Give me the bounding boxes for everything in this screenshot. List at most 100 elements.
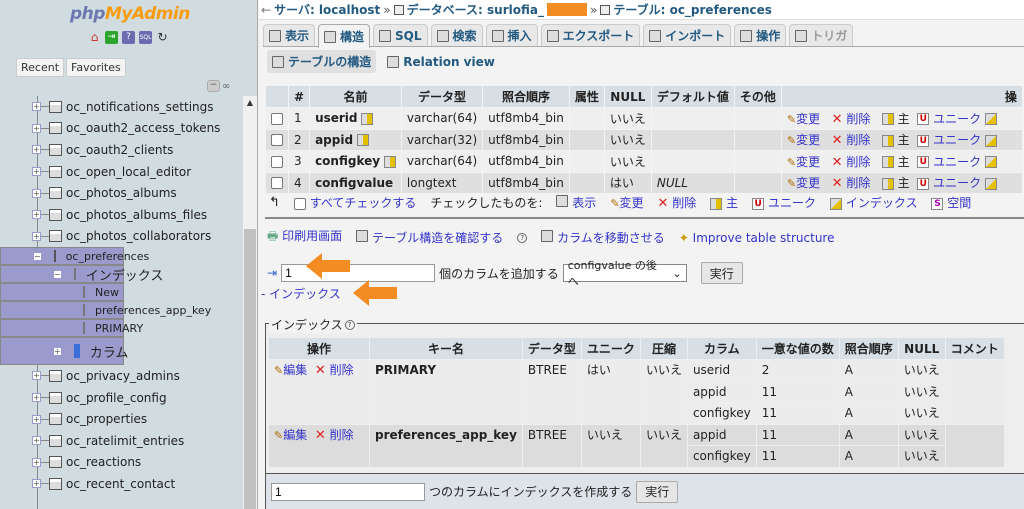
tree-item-table[interactable]: + oc_properties [0, 408, 242, 430]
row-checkbox[interactable] [271, 155, 283, 168]
propose-structure-link[interactable]: テーブル構造を確認する [356, 229, 503, 246]
tree-item-table[interactable]: + oc_privacy_admins [0, 365, 242, 387]
bulk-unique-button[interactable]: U ユニーク [752, 194, 816, 211]
row-checkbox[interactable] [271, 134, 283, 147]
unique-button[interactable]: U ユニーク [917, 112, 981, 126]
collapse-icon[interactable]: − [33, 251, 42, 261]
add-column-go-button[interactable]: 実行 [700, 262, 743, 284]
index-icon[interactable] [984, 156, 997, 169]
tree-item-table[interactable]: + oc_oauth2_access_tokens [0, 118, 242, 140]
index-icon[interactable] [984, 134, 997, 147]
expand-icon[interactable]: + [32, 436, 41, 446]
phpmyadmin-logo[interactable]: phpMyAdmin [70, 4, 190, 24]
edit-index-button[interactable]: ✎編集 [274, 363, 307, 377]
recent-tables-button[interactable]: Recent [16, 58, 65, 77]
subtab-table-structure[interactable]: テーブルの構造 [267, 50, 377, 73]
bulk-drop-button[interactable]: ✕ 削除 [658, 194, 697, 211]
tree-item-table[interactable]: + oc_photos_collaborators [0, 226, 242, 248]
indexes-toggle-link[interactable]: - インデックス [261, 285, 341, 302]
bulk-browse-button[interactable]: 表示 [556, 194, 596, 211]
row-checkbox[interactable] [271, 112, 283, 125]
tree-item-table[interactable]: + oc_photos_albums [0, 182, 242, 204]
change-button[interactable]: ✎変更 [787, 133, 820, 147]
help-icon[interactable]: ? [344, 319, 355, 330]
drop-button[interactable]: ✕ 削除 [832, 133, 871, 148]
back-arrow-icon[interactable]: ← [261, 3, 271, 17]
tree-item-table[interactable]: + oc_ratelimit_entries [0, 430, 242, 452]
create-index-go-button[interactable]: 実行 [636, 480, 679, 503]
logout-icon[interactable]: ⇥ [105, 31, 118, 44]
tree-item-index[interactable]: PRIMARY [0, 319, 143, 338]
change-button[interactable]: ✎変更 [787, 112, 820, 126]
primary-button[interactable]: 主 [881, 155, 910, 169]
bulk-primary-button[interactable]: 主 [710, 194, 738, 211]
expand-icon[interactable]: + [32, 167, 41, 177]
check-all[interactable]: すべてチェックする [293, 194, 416, 211]
expand-icon[interactable]: + [53, 346, 62, 356]
move-columns-link[interactable]: カラムを移動させる [541, 229, 665, 246]
primary-button[interactable]: 主 [881, 176, 910, 190]
scroll-up-icon[interactable]: ▲ [243, 98, 257, 107]
bulk-change-button[interactable]: ✎変更 [610, 194, 643, 211]
drop-button[interactable]: ✕ 削除 [832, 112, 871, 127]
tree-item-index[interactable]: New [0, 283, 124, 302]
tree-item-table[interactable]: + oc_notifications_settings [0, 96, 242, 118]
breadcrumb-database[interactable]: データベース: surlofia_ [407, 1, 544, 18]
print-view-link[interactable]: 🖶 印刷用画面 [267, 227, 342, 248]
tab-export[interactable]: エクスポート [540, 24, 641, 46]
tree-item-columns[interactable]: + カラム [0, 337, 128, 366]
change-button[interactable]: ✎変更 [787, 176, 820, 190]
breadcrumb-server[interactable]: サーバ: localhost [274, 1, 380, 18]
tree-item-index[interactable]: preferences_app_key [0, 301, 211, 320]
home-icon[interactable]: ⌂ [88, 31, 101, 44]
improve-structure-link[interactable]: ✦ Improve table structure [679, 231, 835, 245]
expand-icon[interactable]: + [32, 210, 41, 220]
check-all-checkbox[interactable] [293, 197, 306, 210]
expand-icon[interactable]: + [32, 231, 41, 241]
tree-item-indexes[interactable]: − インデックス [0, 265, 163, 284]
expand-icon[interactable]: + [32, 188, 41, 198]
drop-button[interactable]: ✕ 削除 [832, 176, 871, 191]
tree-item-table[interactable]: + oc_recent_contact [0, 473, 242, 495]
tree-item-selected-table[interactable]: − oc_preferences [0, 247, 149, 266]
scrollbar-thumb[interactable] [244, 229, 256, 509]
primary-button[interactable]: 主 [881, 133, 910, 147]
unique-button[interactable]: U ユニーク [917, 176, 981, 190]
expand-icon[interactable]: + [32, 123, 41, 133]
bulk-spatial-button[interactable]: S 空間 [931, 194, 971, 211]
drop-index-button[interactable]: ✕ 削除 [315, 428, 354, 443]
tab-operations[interactable]: 操作 [734, 24, 787, 46]
tree-item-table[interactable]: + oc_photos_albums_files [0, 204, 242, 226]
tab-sql[interactable]: SQL [373, 24, 428, 46]
collapse-all-icon[interactable]: − [207, 80, 220, 92]
tab-insert[interactable]: 挿入 [485, 24, 538, 46]
tree-item-table[interactable]: + oc_oauth2_clients [0, 139, 242, 161]
drop-button[interactable]: ✕ 削除 [832, 155, 871, 170]
reload-icon[interactable]: ↻ [156, 31, 169, 44]
tree-item-table[interactable]: + oc_profile_config [0, 387, 242, 409]
help-icon[interactable]: ? [517, 232, 528, 243]
subtab-relation-view[interactable]: Relation view [382, 50, 500, 73]
tab-import[interactable]: インポート [643, 24, 732, 46]
expand-icon[interactable]: + [32, 457, 41, 467]
unique-button[interactable]: U ユニーク [917, 155, 981, 169]
tab-browse[interactable]: 表示 [263, 24, 316, 46]
index-icon[interactable] [984, 177, 997, 190]
expand-icon[interactable]: + [32, 371, 41, 381]
expand-icon[interactable]: + [32, 393, 41, 403]
edit-index-button[interactable]: ✎編集 [274, 428, 307, 442]
expand-icon[interactable]: + [32, 479, 41, 489]
tab-triggers[interactable]: トリガ [789, 24, 854, 46]
primary-button[interactable]: 主 [881, 112, 910, 126]
sidebar-scrollbar[interactable]: ▲ [243, 96, 257, 509]
link-with-main-icon[interactable]: ∞ [222, 81, 230, 92]
collapse-icon[interactable]: − [53, 269, 62, 279]
tree-item-table[interactable]: + oc_reactions [0, 452, 242, 474]
sql-docs-icon[interactable]: SQL [139, 31, 152, 44]
docs-icon[interactable]: ? [122, 31, 135, 44]
expand-icon[interactable]: + [32, 414, 41, 424]
tree-item-table[interactable]: + oc_open_local_editor [0, 161, 242, 183]
row-checkbox[interactable] [271, 177, 283, 190]
drop-index-button[interactable]: ✕ 削除 [315, 363, 354, 378]
create-index-count-input[interactable] [271, 482, 425, 501]
